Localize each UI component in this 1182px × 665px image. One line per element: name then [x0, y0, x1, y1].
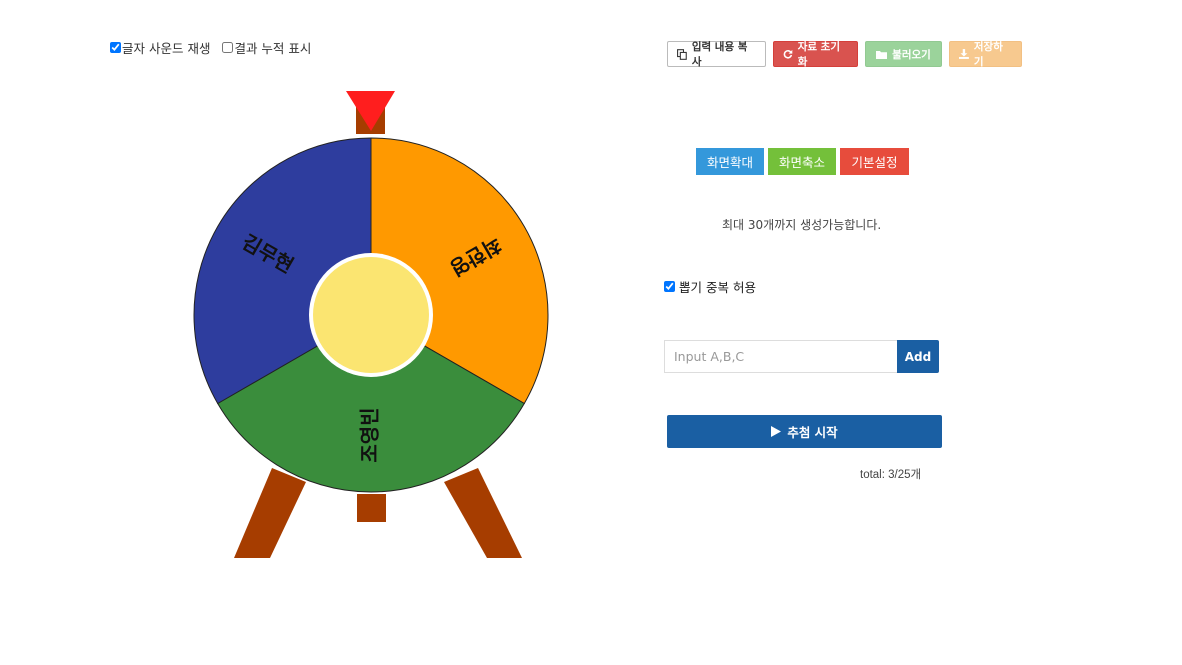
sound-option[interactable]: 글자 사운드 재생 [110, 38, 210, 57]
sound-checkbox[interactable] [110, 42, 121, 53]
default-settings-button[interactable]: 기본설정 [840, 148, 909, 175]
refresh-icon [783, 49, 793, 59]
zoom-out-button[interactable]: 화면축소 [768, 148, 836, 175]
wheel-pointer [346, 91, 395, 131]
item-input[interactable] [664, 340, 897, 373]
start-draw-button[interactable]: 추첨 시작 [667, 415, 942, 448]
wheel-segment-label: 조영빈 [358, 407, 382, 462]
roulette-wheel[interactable]: 최한영 조영빈 김무현 [180, 85, 560, 565]
wheel-stand-left-leg [234, 468, 306, 558]
wheel-graphic: 최한영조영빈김무현 [193, 91, 549, 558]
copy-icon [677, 48, 687, 60]
total-count: total: 3/25개 [860, 469, 922, 481]
wheel-stand-center [357, 494, 386, 522]
add-button[interactable]: Add [897, 340, 939, 373]
zoom-in-button[interactable]: 화면확대 [696, 148, 764, 175]
cumulative-option-label: 결과 누적 표시 [234, 41, 312, 56]
copy-input-label: 입력 내용 복사 [691, 41, 748, 68]
wheel-center-hub [313, 257, 429, 373]
cumulative-checkbox[interactable] [222, 42, 234, 53]
allow-duplicates-label: 뽑기 중복 허용 [679, 280, 756, 295]
save-button[interactable]: 저장하기 [949, 41, 1022, 68]
start-draw-label: 추첨 시작 [787, 425, 838, 440]
max-items-info: 최대 30개까지 생성가능합니다. [722, 218, 882, 232]
download-icon [959, 49, 969, 59]
reset-data-button[interactable]: 자료 초기화 [773, 41, 858, 68]
allow-duplicates-option[interactable]: 뽑기 중복 허용 [664, 277, 756, 296]
reset-data-label: 자료 초기화 [797, 41, 840, 68]
wheel-stand-right-leg [444, 468, 522, 558]
save-label: 저장하기 [973, 41, 1003, 68]
allow-duplicates-checkbox[interactable] [664, 281, 675, 292]
load-button[interactable]: 불러오기 [865, 41, 942, 67]
display-options: 글자 사운드 재생 결과 누적 표시 [110, 38, 321, 57]
folder-icon [876, 50, 888, 59]
load-label: 불러오기 [892, 48, 931, 61]
play-icon [771, 426, 782, 437]
cumulative-option[interactable]: 결과 누적 표시 [222, 38, 311, 57]
sound-option-label: 글자 사운드 재생 [122, 41, 211, 56]
view-controls: 화면확대 화면축소 기본설정 [696, 148, 909, 175]
toolbar: 입력 내용 복사 자료 초기화 불러오기 저장하기 [667, 41, 1022, 68]
copy-input-button[interactable]: 입력 내용 복사 [667, 41, 766, 68]
add-item-row: Add [664, 340, 939, 373]
